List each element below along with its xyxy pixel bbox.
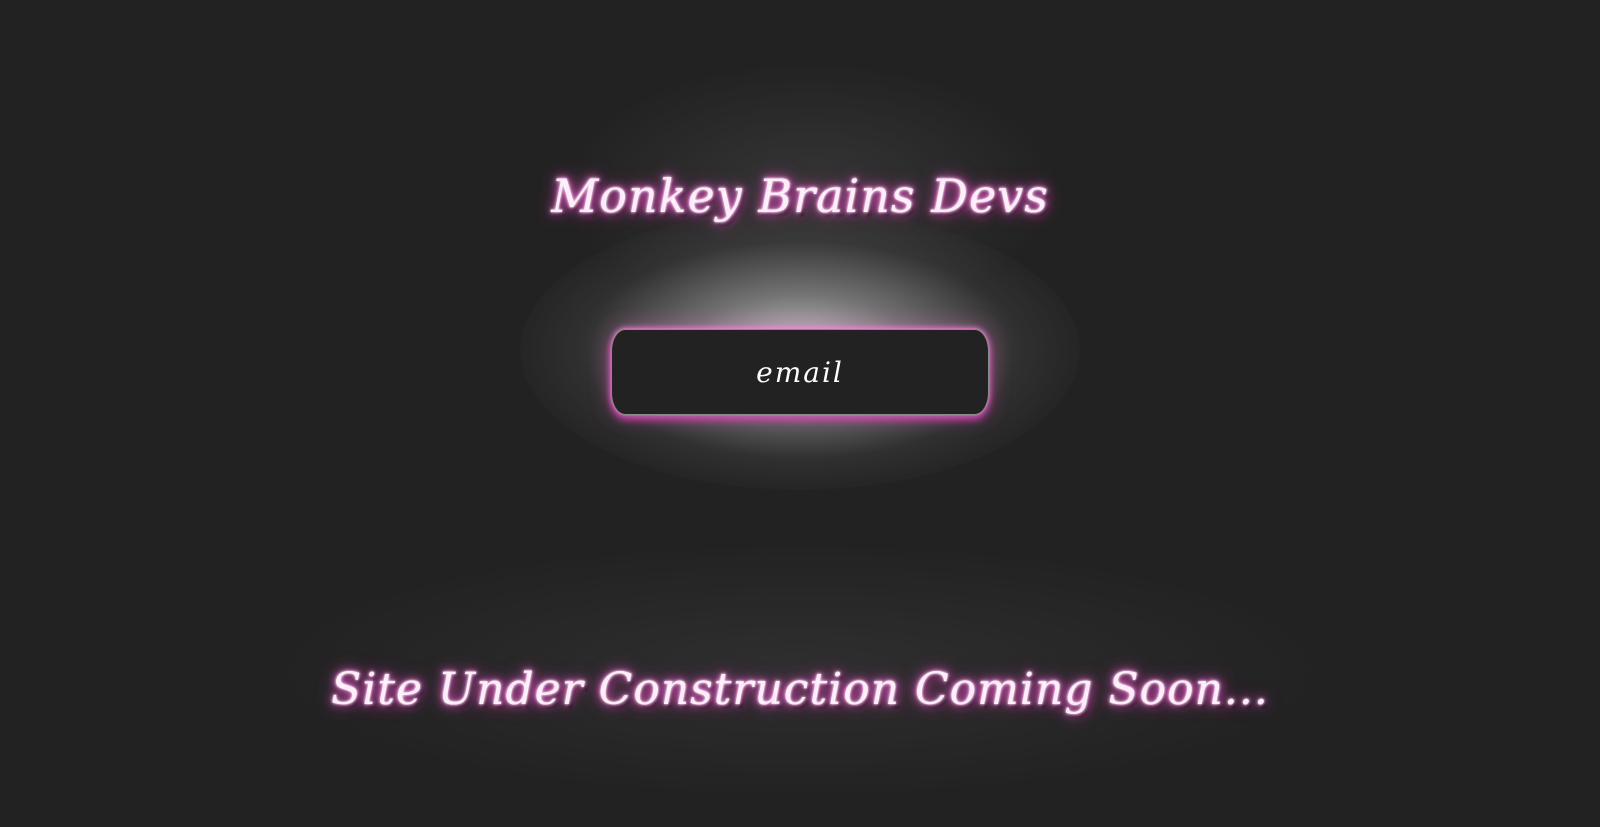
site-title: Monkey Brains Devs (551, 169, 1049, 223)
under-construction-message: Site Under Construction Coming Soon... (331, 664, 1269, 715)
email-input[interactable] (611, 329, 989, 415)
